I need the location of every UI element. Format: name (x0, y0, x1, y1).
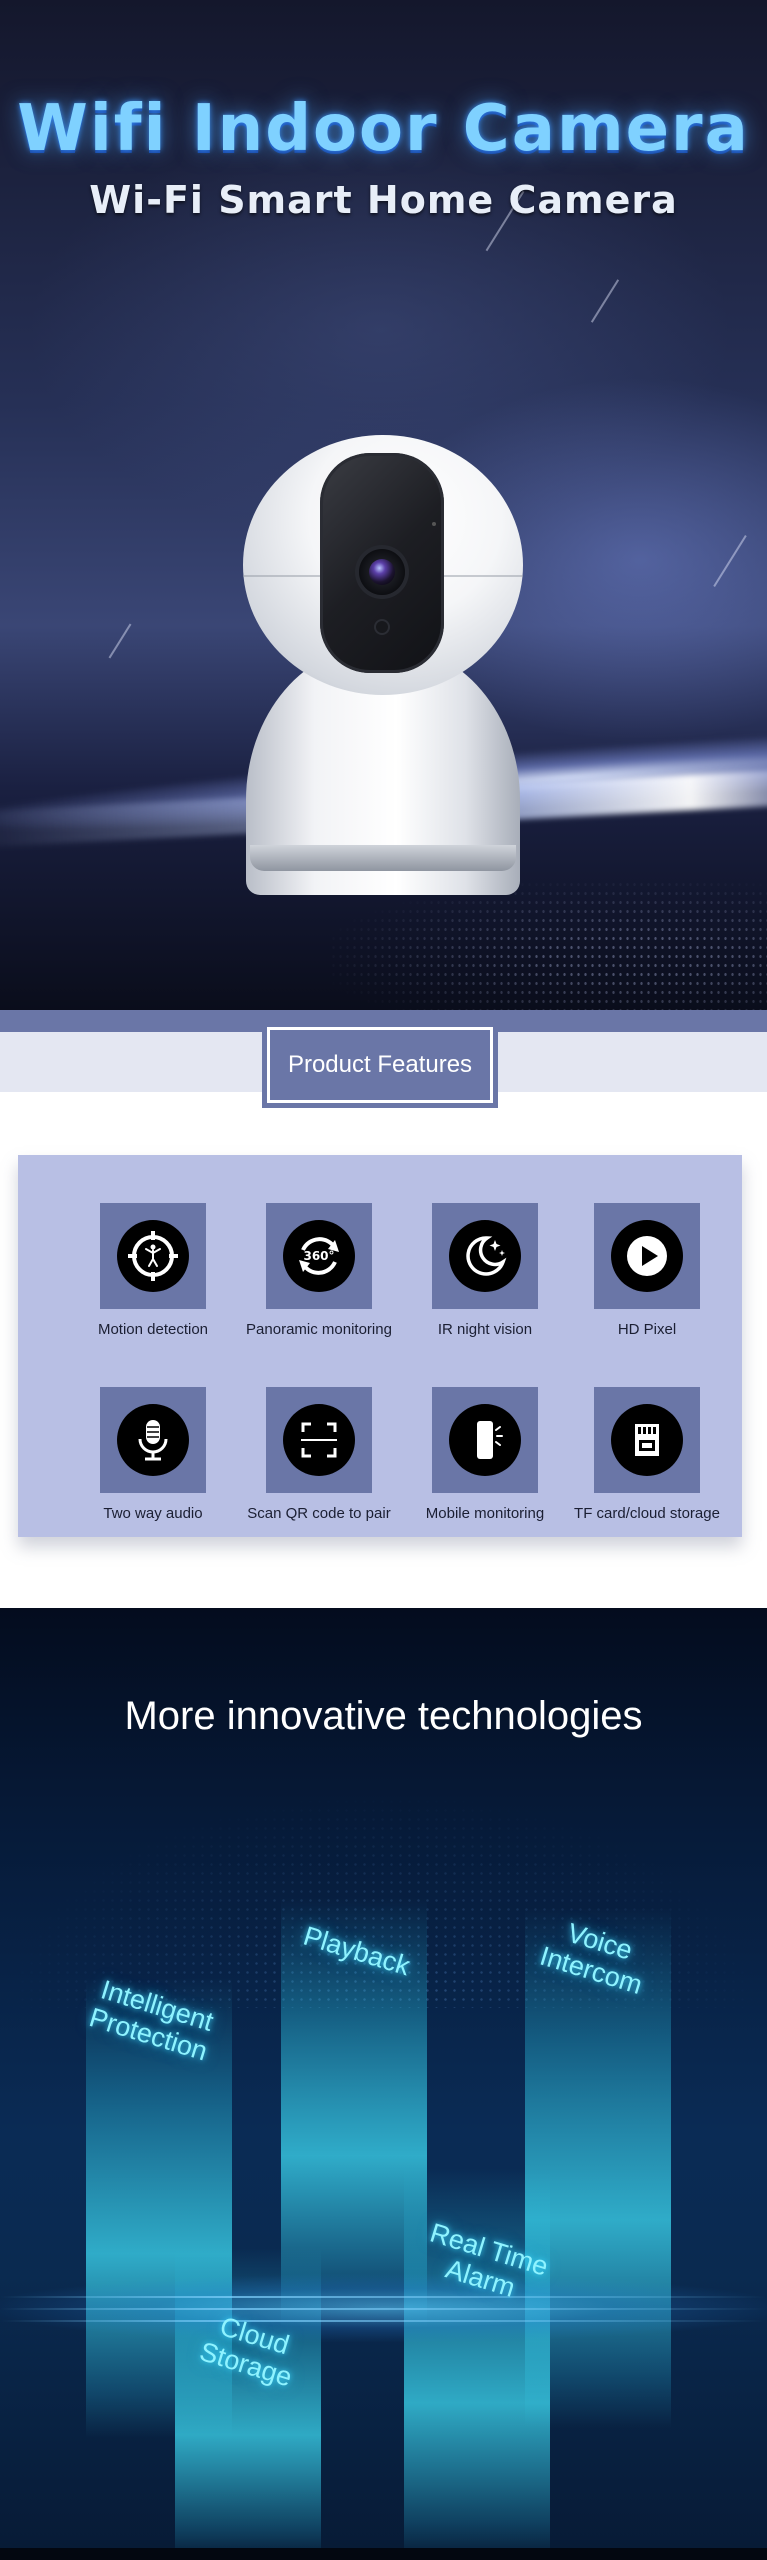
feature-label: Panoramic monitoring (246, 1321, 392, 1338)
sparkle-particles (330, 880, 767, 1010)
feature-tile (594, 1203, 700, 1309)
feature-icon-circle (611, 1220, 683, 1292)
wave-line (0, 2308, 767, 2310)
wave-line (0, 2296, 767, 2298)
feature-label: Two way audio (103, 1505, 203, 1522)
feature-label: HD Pixel (617, 1321, 677, 1338)
feature-two-way-audio: Two way audio (73, 1387, 233, 1522)
moon-stars-icon (466, 1236, 507, 1276)
feature-tile (100, 1387, 206, 1493)
feature-hd-pixel: HD Pixel (567, 1203, 727, 1338)
feature-tile: 360° (266, 1203, 372, 1309)
product-page: Wifi Indoor Camera Wi-Fi Smart Home Came… (0, 0, 767, 2560)
feature-tile (594, 1387, 700, 1493)
feature-icon-circle (449, 1404, 521, 1476)
feature-tile (432, 1387, 538, 1493)
feature-icon-circle: 360° (283, 1220, 355, 1292)
feature-label: TF card/cloud storage (574, 1505, 720, 1522)
feature-scan-qr: Scan QR code to pair (239, 1387, 399, 1522)
feature-tf-card-storage: TF card/cloud storage (567, 1387, 727, 1522)
light-beam (404, 2168, 550, 2560)
hero-title: Wifi Indoor Camera (17, 92, 750, 166)
feature-tile (432, 1203, 538, 1309)
features-heading-badge: Product Features (262, 1022, 498, 1108)
feature-label: Scan QR code to pair (247, 1505, 391, 1522)
camera-base-foot (250, 845, 516, 871)
features-panel: Motion detection 360° Panoramic monitori… (18, 1155, 742, 1537)
feature-motion-detection: Motion detection (73, 1203, 233, 1338)
feature-icon-circle (117, 1220, 189, 1292)
feature-tile (266, 1387, 372, 1493)
rain-streak (590, 279, 620, 323)
feature-icon-circle (611, 1404, 683, 1476)
panorama-360-icon: 360° (299, 1237, 339, 1275)
play-icon (627, 1236, 667, 1276)
features-heading: Product Features (267, 1027, 493, 1103)
hero-subtitle: Wi-Fi Smart Home Camera (89, 178, 678, 222)
svg-text:360°: 360° (303, 1249, 334, 1263)
feature-label: Motion detection (97, 1321, 209, 1338)
rain-streak (713, 535, 747, 587)
qr-scan-icon (301, 1422, 337, 1458)
wave-line (0, 2320, 767, 2322)
camera-indicator-dot (432, 522, 436, 526)
feature-tile (100, 1203, 206, 1309)
bottom-bar (0, 2548, 767, 2560)
camera-product-image (240, 435, 530, 895)
technologies-section: More innovative technologies Intelligent… (0, 1608, 767, 2560)
microphone-icon (138, 1420, 168, 1461)
motion-detection-icon (128, 1231, 178, 1281)
technologies-heading: More innovative technologies (124, 1694, 643, 1738)
rain-streak (108, 623, 132, 659)
feature-panoramic-monitoring: 360° Panoramic monitoring (239, 1203, 399, 1338)
feature-label: IR night vision (437, 1321, 533, 1338)
smartphone-icon (477, 1421, 503, 1459)
camera-lens (369, 559, 395, 585)
feature-ir-night-vision: IR night vision (405, 1203, 565, 1338)
camera-ir-sensor (376, 621, 388, 633)
feature-icon-circle (117, 1404, 189, 1476)
sd-card-icon (635, 1424, 659, 1456)
hero-banner: Wifi Indoor Camera Wi-Fi Smart Home Came… (0, 0, 767, 1010)
feature-mobile-monitoring: Mobile monitoring (405, 1387, 565, 1522)
feature-icon-circle (283, 1404, 355, 1476)
feature-icon-circle (449, 1220, 521, 1292)
feature-label: Mobile monitoring (425, 1505, 545, 1522)
